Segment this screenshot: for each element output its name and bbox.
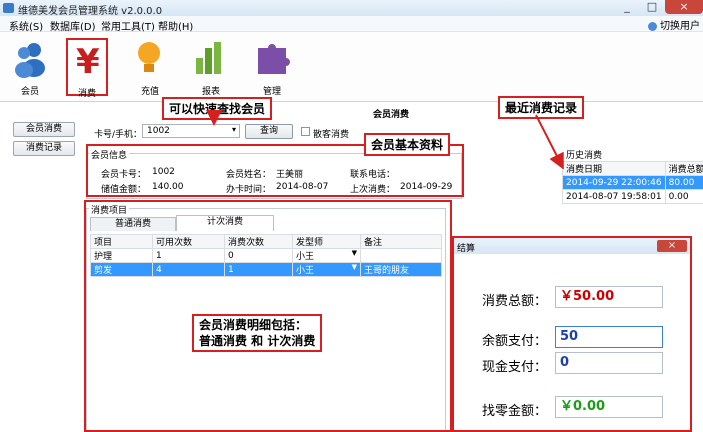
balance-pay-label: 余额支付： xyxy=(482,334,548,349)
change-field: ￥0.00 xyxy=(555,396,663,418)
cash-pay-label: 现金支付： xyxy=(482,360,548,375)
change-label: 找零金额： xyxy=(482,404,548,419)
cash-pay-input[interactable]: 0 xyxy=(555,352,663,374)
settlement-dialog: 结算 × 消费总额： ￥50.00 余额支付： 50 现金支付： 0 找零金额：… xyxy=(452,236,692,432)
dialog-title-bar xyxy=(454,238,690,254)
total-label: 消费总额： xyxy=(482,294,548,309)
total-field: ￥50.00 xyxy=(555,286,663,308)
dialog-close-button[interactable]: × xyxy=(657,240,687,252)
dialog-title: 结算 xyxy=(457,244,476,254)
balance-pay-input[interactable]: 50 xyxy=(555,326,663,348)
